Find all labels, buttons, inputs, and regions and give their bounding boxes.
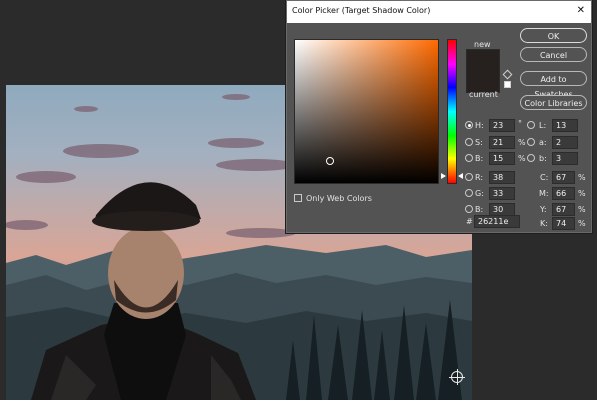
ok-button[interactable]: OK [520,28,587,43]
color-picker-dialog: Color Picker (Target Shadow Color) ✕ new… [286,0,592,233]
lab-l-label: L: [539,121,547,130]
lab-a-label: a: [539,138,547,147]
radio-lab-b[interactable] [527,154,535,162]
saturation-label: S: [475,138,483,147]
radio-lab-l[interactable] [527,121,535,129]
color-libraries-button[interactable]: Color Libraries [520,95,587,110]
magenta-unit: % [578,189,586,198]
saturation-input[interactable]: 21 [489,136,515,149]
black-unit: % [578,219,586,228]
only-web-colors-checkbox[interactable] [294,194,302,202]
yellow-label: Y: [540,205,547,214]
add-to-swatches-button[interactable]: Add to Swatches [520,71,587,99]
radio-hue[interactable] [465,121,473,129]
hex-input[interactable]: 26211e [474,215,520,228]
lab-b-label: b: [539,154,547,163]
blue-label: B: [475,205,484,214]
radio-green[interactable] [465,189,473,197]
dialog-title: Color Picker (Target Shadow Color) [292,6,431,15]
dialog-titlebar[interactable]: Color Picker (Target Shadow Color) ✕ [287,1,591,23]
radio-lab-a[interactable] [527,138,535,146]
lab-b-input[interactable]: 3 [552,152,578,165]
radio-saturation[interactable] [465,138,473,146]
cube-icon[interactable] [502,69,513,80]
brightness-input[interactable]: 15 [489,152,515,165]
new-color-swatch [466,49,500,71]
hue-unit: ° [518,119,522,128]
new-color-label: new [474,40,491,49]
black-label: K: [540,219,548,228]
hue-input[interactable]: 23 [489,119,515,132]
hue-slider-handle-right[interactable] [458,173,463,179]
brightness-unit: % [518,154,526,163]
target-cursor-icon [449,369,465,385]
yellow-unit: % [578,205,586,214]
yellow-input[interactable]: 67 [552,203,575,216]
brightness-label: B: [475,154,484,163]
color-picker-ring[interactable] [326,157,334,165]
lab-l-input[interactable]: 13 [552,119,578,132]
square-icon[interactable] [504,81,511,88]
green-input[interactable]: 33 [489,187,515,200]
cyan-input[interactable]: 67 [552,171,575,184]
cancel-button[interactable]: Cancel [520,47,587,62]
hue-label: H: [475,121,484,130]
current-color-label: current [469,90,498,99]
cyan-label: C: [540,173,549,182]
radio-blue[interactable] [465,205,473,213]
hue-slider[interactable] [447,39,457,184]
hue-slider-handle-left[interactable] [441,173,446,179]
magenta-input[interactable]: 66 [552,187,575,200]
red-label: R: [475,173,484,182]
radio-red[interactable] [465,173,473,181]
hex-label: # [466,217,473,226]
only-web-colors-label: Only Web Colors [306,194,372,203]
green-label: G: [475,189,484,198]
close-icon[interactable]: ✕ [577,5,585,17]
black-input[interactable]: 74 [552,217,575,230]
saturation-brightness-field[interactable] [294,39,439,184]
magenta-label: M: [539,189,549,198]
radio-brightness[interactable] [465,154,473,162]
red-input[interactable]: 38 [489,171,515,184]
lab-a-input[interactable]: 2 [552,136,578,149]
cyan-unit: % [578,173,586,182]
saturation-unit: % [518,138,526,147]
